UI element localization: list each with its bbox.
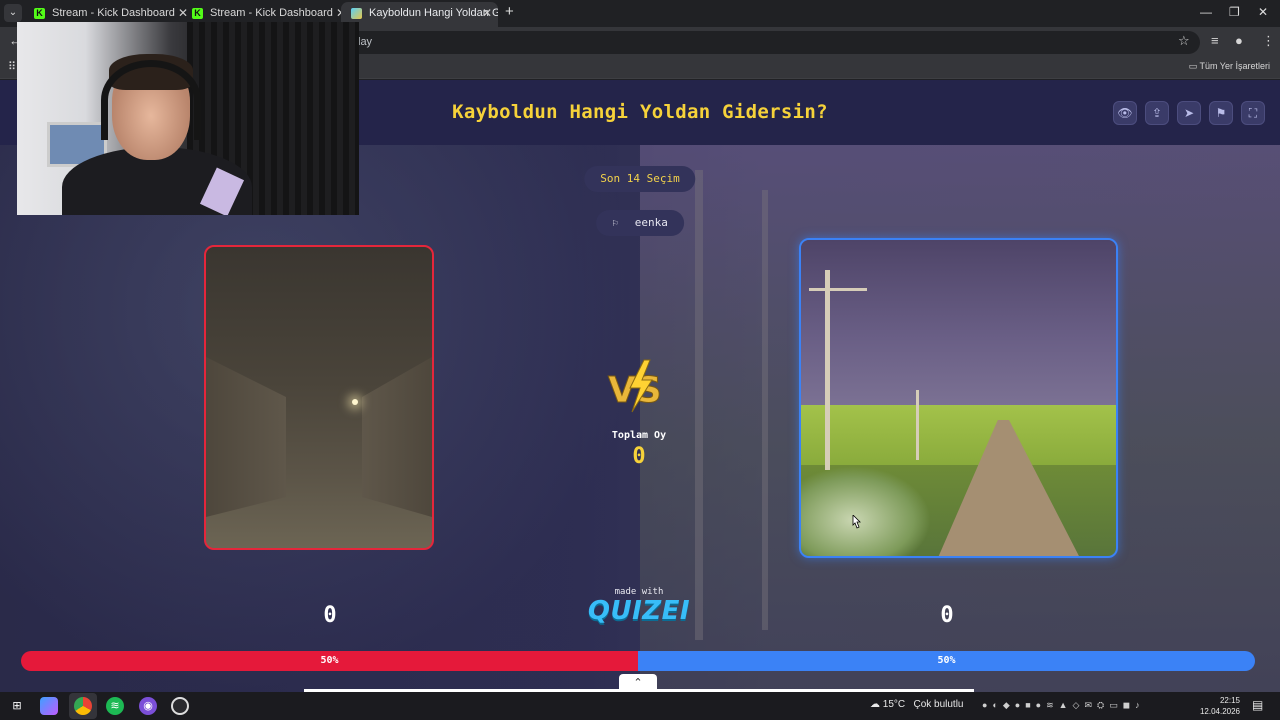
kick-icon: K — [34, 8, 45, 19]
power-pole-arm — [809, 288, 867, 291]
tab-title: Kayboldun Hangi Yoldan Gidersin? — [369, 7, 498, 19]
apps-icon[interactable]: ⠿ — [8, 60, 16, 73]
taskbar-clock[interactable]: 22:15 12.04.2026 — [1196, 695, 1240, 717]
quiz-favicon-icon — [351, 8, 362, 19]
star-icon[interactable]: ☆ — [1178, 33, 1190, 49]
street-lamp — [352, 399, 358, 405]
headset-icon — [101, 60, 201, 140]
weather-widget[interactable]: ☁ 15°C Çok bulutlu — [870, 699, 964, 710]
send-icon[interactable]: ➤ — [1177, 101, 1201, 125]
profile-icon[interactable]: ● — [1235, 33, 1243, 48]
kick-icon: K — [192, 8, 203, 19]
alley-image-wall — [362, 357, 432, 517]
left-vote-bar: 50% — [21, 651, 638, 671]
webcam-overlay — [17, 22, 359, 215]
kick-badge-icon: ⚐ — [612, 218, 619, 229]
quizei-logo[interactable]: QUIZEI — [0, 596, 1278, 626]
close-icon[interactable]: ✕ — [482, 2, 492, 25]
chrome-icon[interactable] — [74, 697, 92, 715]
windows-start-icon[interactable]: ⊞ — [8, 697, 26, 715]
chevron-up-icon[interactable]: ⌃ — [619, 674, 657, 692]
clock-time: 22:15 — [1219, 696, 1240, 705]
copilot-icon[interactable] — [40, 697, 58, 715]
voter-badge: ⚐ eenka — [596, 210, 684, 236]
minimize-icon[interactable]: — — [1200, 5, 1212, 19]
weather-text: Çok bulutlu — [913, 699, 964, 710]
roadside-bushes — [801, 466, 931, 556]
background-pole — [695, 170, 703, 640]
option-card-right[interactable] — [799, 238, 1118, 558]
tab-title: Stream - Kick Dashboard — [52, 7, 175, 19]
cloud-icon: ☁ — [870, 699, 880, 710]
new-tab-icon[interactable]: + — [505, 3, 514, 20]
system-tray-icons[interactable]: ●◐◆●■●≋▲◇✉⛭▭◼♪ — [982, 700, 1145, 711]
obs-icon[interactable] — [171, 697, 189, 715]
tab-search-icon[interactable]: ⌄ — [4, 4, 22, 22]
recent-choices-badge: Son 14 Seçim — [584, 166, 696, 192]
windows-taskbar: ⊞ ≋ ◉ ☁ 15°C Çok bulutlu ●◐◆●■●≋▲◇✉⛭▭◼♪ … — [0, 692, 1280, 720]
all-bookmarks[interactable]: ▭ Tüm Yer İşaretleri — [1189, 61, 1270, 72]
option-card-left[interactable] — [204, 245, 434, 550]
total-votes-value: 0 — [632, 444, 646, 469]
fullscreen-icon[interactable]: ⛶ — [1241, 101, 1265, 125]
all-bookmarks-label: Tüm Yer İşaretleri — [1199, 61, 1270, 71]
clock-date: 12.04.2026 — [1199, 707, 1240, 716]
storm-sky — [801, 240, 1116, 405]
background-pole — [762, 190, 768, 630]
voter-name: eenka — [634, 216, 668, 229]
folder-icon: ▭ — [1188, 61, 1198, 71]
browser-tab-3[interactable]: Kayboldun Hangi Yoldan Gidersin? ✕ — [341, 2, 498, 27]
right-vote-bar: 50% — [638, 651, 1255, 671]
discord-icon[interactable]: ◉ — [139, 697, 157, 715]
alley-image-wall — [206, 357, 286, 517]
notification-icon[interactable]: ▤ — [1252, 698, 1263, 712]
window-close-icon[interactable]: ✕ — [1258, 5, 1268, 19]
temperature: 15°C — [882, 699, 906, 710]
menu-icon[interactable]: ⋮ — [1262, 33, 1275, 49]
media-icon[interactable]: ≡ — [1211, 33, 1219, 48]
recent-choices-label: Son 14 Seçim — [600, 172, 680, 185]
mouse-cursor-icon — [852, 515, 861, 529]
vs-lightning-icon: VS — [608, 359, 662, 413]
total-votes-label: Toplam Oy — [611, 430, 667, 441]
share-icon[interactable]: ⇪ — [1145, 101, 1169, 125]
tab-title: Stream - Kick Dashboard — [210, 7, 333, 19]
spotify-icon[interactable]: ≋ — [106, 697, 124, 715]
flag-icon[interactable]: ⚑ — [1209, 101, 1233, 125]
restore-icon[interactable]: ❐ — [1229, 5, 1240, 19]
eye-icon[interactable]: 👁 — [1113, 101, 1137, 125]
